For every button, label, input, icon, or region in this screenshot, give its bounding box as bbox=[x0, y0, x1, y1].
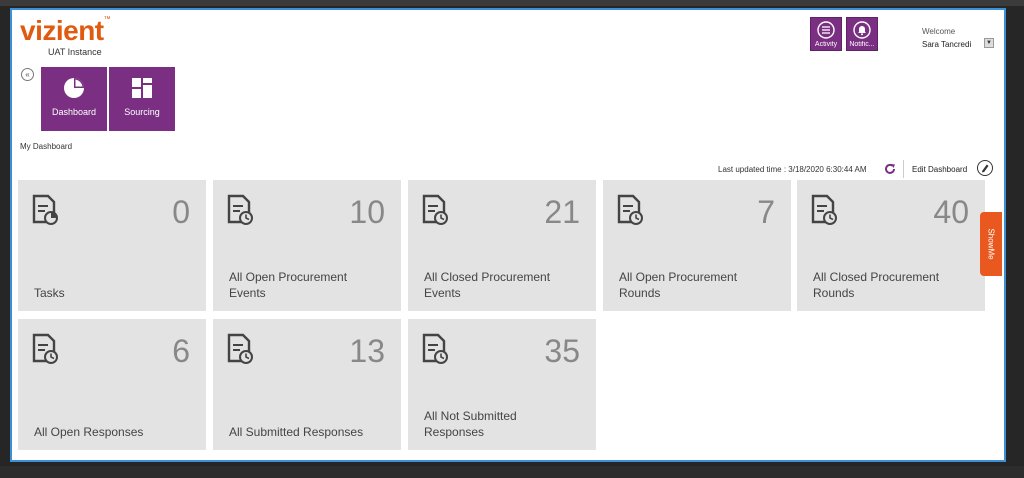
tile-count: 7 bbox=[757, 194, 775, 230]
activity-button[interactable]: Activity bbox=[810, 17, 842, 51]
instance-label: UAT Instance bbox=[48, 47, 102, 57]
tile-all-not-submitted-responses[interactable]: 35 All Not Submitted Responses bbox=[408, 319, 596, 450]
tile-tasks[interactable]: 0 Tasks bbox=[18, 180, 206, 311]
window-bottom-band bbox=[0, 466, 1024, 478]
tile-label: Tasks bbox=[34, 286, 65, 300]
document-clock-icon bbox=[617, 194, 643, 225]
vizient-logo: vizient™ bbox=[20, 16, 111, 46]
pencil-icon[interactable] bbox=[977, 160, 993, 176]
tile-all-closed-procurement-rounds[interactable]: 40 All Closed Procurement Rounds bbox=[797, 180, 985, 311]
bell-icon bbox=[853, 21, 871, 39]
document-clock-icon bbox=[227, 194, 253, 225]
breadcrumb: My Dashboard bbox=[20, 142, 73, 151]
tile-label: All Open Procurement Events bbox=[229, 270, 348, 300]
nav-tile-dashboard[interactable]: Dashboard bbox=[41, 67, 107, 131]
document-clock-icon bbox=[227, 333, 253, 364]
tile-label: All Open Responses bbox=[34, 425, 144, 439]
tile-label: All Closed Procurement Rounds bbox=[813, 270, 940, 300]
showme-tab[interactable]: ShowMe bbox=[980, 212, 1002, 276]
tile-count: 13 bbox=[349, 333, 385, 369]
tile-count: 40 bbox=[933, 194, 969, 230]
tile-label: All Open Procurement Rounds bbox=[619, 270, 738, 300]
document-clock-icon bbox=[422, 333, 448, 364]
document-pie-icon bbox=[32, 194, 58, 225]
toolbar-divider bbox=[903, 160, 904, 178]
tile-count: 0 bbox=[172, 194, 190, 230]
tile-label: All Submitted Responses bbox=[229, 425, 364, 439]
window-top-band bbox=[0, 0, 1024, 6]
tile-all-submitted-responses[interactable]: 13 All Submitted Responses bbox=[213, 319, 401, 450]
notifications-label: Notific... bbox=[849, 41, 875, 48]
user-name[interactable]: Sara Tancredi bbox=[922, 40, 971, 49]
tile-count: 35 bbox=[544, 333, 580, 369]
tile-all-closed-procurement-events[interactable]: 21 All Closed Procurement Events bbox=[408, 180, 596, 311]
activity-list-icon bbox=[817, 21, 835, 39]
user-menu-dropdown[interactable]: ▼ bbox=[984, 38, 994, 48]
tile-all-open-responses[interactable]: 6 All Open Responses bbox=[18, 319, 206, 450]
tile-count: 10 bbox=[349, 194, 385, 230]
tile-all-open-procurement-events[interactable]: 10 All Open Procurement Events bbox=[213, 180, 401, 311]
tile-all-open-procurement-rounds[interactable]: 7 All Open Procurement Rounds bbox=[603, 180, 791, 311]
logo-trademark: ™ bbox=[103, 16, 111, 23]
app-frame: vizient™ UAT Instance « Dashboard Sourci… bbox=[10, 8, 1006, 462]
refresh-icon[interactable] bbox=[884, 163, 896, 175]
tile-count: 6 bbox=[172, 333, 190, 369]
welcome-text: Welcome bbox=[922, 27, 956, 36]
nav-tile-label: Sourcing bbox=[124, 107, 160, 117]
nav-tile-label: Dashboard bbox=[51, 107, 97, 117]
collapse-nav-button[interactable]: « bbox=[21, 68, 34, 81]
logo-text: vizient bbox=[20, 15, 104, 46]
notifications-button[interactable]: Notific... bbox=[846, 17, 878, 51]
showme-label: ShowMe bbox=[986, 228, 996, 260]
document-clock-icon bbox=[32, 333, 58, 364]
grid-icon bbox=[132, 78, 152, 98]
activity-label: Activity bbox=[814, 41, 838, 48]
nav-tile-sourcing[interactable]: Sourcing bbox=[109, 67, 175, 131]
edit-dashboard-link[interactable]: Edit Dashboard bbox=[912, 165, 967, 174]
tile-label: All Closed Procurement Events bbox=[424, 270, 551, 300]
document-clock-icon bbox=[811, 194, 837, 225]
tile-label: All Not Submitted Responses bbox=[424, 409, 517, 439]
document-clock-icon bbox=[422, 194, 448, 225]
pie-chart-icon bbox=[64, 78, 84, 98]
tile-count: 21 bbox=[544, 194, 580, 230]
last-updated-text: Last updated time : 3/18/2020 6:30:44 AM bbox=[718, 165, 867, 174]
